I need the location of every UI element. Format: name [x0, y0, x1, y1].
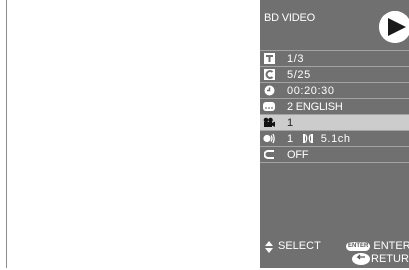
subtitle-icon	[263, 101, 275, 112]
select-label: SELECT	[278, 240, 321, 252]
subtitle-row[interactable]: 2 ENGLISH	[260, 99, 409, 114]
time-row[interactable]: 00:20:30	[260, 83, 409, 98]
panel-header: BD VIDEO	[260, 0, 409, 50]
chapter-icon	[263, 69, 275, 80]
time-value: 00:20:30	[287, 84, 335, 97]
repeat-row[interactable]: OFF	[260, 147, 409, 162]
enter-key-icon: ENTER	[346, 241, 371, 251]
angle-row[interactable]: 1	[260, 115, 409, 130]
audio-track-value: 1	[287, 132, 294, 145]
audio-format-value: 5.1ch	[320, 132, 351, 145]
return-key-icon	[352, 252, 370, 270]
return-label: RETURN	[371, 253, 409, 265]
audio-row[interactable]: 1 5.1ch	[260, 131, 409, 146]
title-row[interactable]: 1/3	[260, 51, 409, 66]
enter-hint: ENTER ENTER	[346, 240, 409, 252]
chapter-value: 5/25	[287, 68, 311, 81]
angle-value: 1	[287, 116, 294, 129]
up-down-icon	[265, 240, 273, 258]
audio-icon	[263, 133, 275, 144]
dolby-icon	[302, 134, 313, 143]
subtitle-value: 2 ENGLISH	[287, 100, 343, 113]
disc-type-label: BD VIDEO	[264, 12, 315, 24]
play-icon[interactable]	[379, 11, 409, 43]
angle-icon	[263, 117, 275, 128]
repeat-value: OFF	[287, 148, 309, 161]
enter-label: ENTER	[373, 240, 409, 252]
chapter-row[interactable]: 5/25	[260, 67, 409, 82]
title-icon	[263, 53, 275, 64]
title-value: 1/3	[287, 52, 305, 65]
bd-info-panel: BD VIDEO 1/3 5/25 00:20:30 2 ENGLISH 1 1…	[260, 0, 409, 268]
panel-footer: SELECT ENTER ENTER RETURN	[260, 238, 409, 268]
separator	[260, 162, 409, 163]
clock-icon	[263, 85, 275, 96]
repeat-icon	[263, 149, 275, 160]
